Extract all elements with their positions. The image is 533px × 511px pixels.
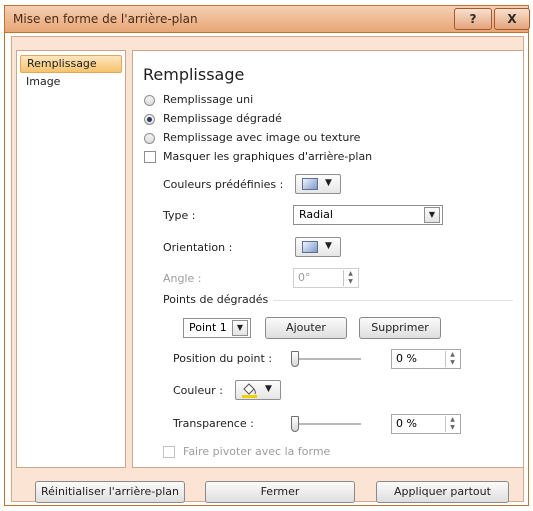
type-label: Type : — [163, 209, 196, 222]
spinner-arrows-icon[interactable]: ▲ ▼ — [445, 416, 459, 432]
spinner-arrows-icon: ▲ ▼ — [343, 270, 357, 286]
sidebar-item-remplissage[interactable]: Remplissage — [20, 55, 122, 73]
apply-all-button[interactable]: Appliquer partout — [376, 481, 509, 503]
position-slider[interactable] — [291, 349, 361, 369]
chevron-down-icon[interactable]: ▼ — [424, 207, 440, 223]
panel-heading: Remplissage — [143, 65, 245, 84]
gradient-direction-icon — [302, 241, 318, 253]
type-select[interactable]: Radial ▼ — [293, 205, 443, 225]
dialog-window: Mise en forme de l'arrière-plan ? X Remp… — [4, 5, 530, 506]
chevron-down-icon: ▼ — [325, 241, 332, 251]
position-label: Position du point : — [173, 352, 273, 365]
title-bar[interactable]: Mise en forme de l'arrière-plan ? X — [5, 6, 530, 33]
angle-spinner: 0° ▲ ▼ — [293, 268, 359, 288]
gradient-stop-value: Point 1 — [189, 321, 227, 334]
gradient-swatch-icon — [302, 178, 318, 190]
sidebar-item-image[interactable]: Image — [20, 73, 122, 91]
fill-gradient-radio[interactable] — [144, 114, 155, 125]
chevron-down-icon[interactable]: ▼ — [232, 320, 248, 336]
rotate-with-shape-label: Faire pivoter avec la forme — [183, 445, 331, 458]
close-window-button[interactable]: X — [494, 8, 530, 30]
paint-bucket-icon — [241, 383, 259, 402]
hide-graphics-checkbox[interactable] — [144, 151, 156, 163]
close-button[interactable]: Fermer — [205, 481, 355, 503]
fill-gradient-label: Remplissage dégradé — [163, 112, 282, 125]
transparency-slider[interactable] — [291, 414, 361, 434]
transparency-label: Transparence : — [173, 417, 254, 430]
chevron-down-icon: ▼ — [325, 178, 332, 188]
preset-colors-button[interactable]: ▼ — [295, 174, 341, 194]
settings-panel: Remplissage Remplissage uni Remplissage … — [132, 50, 524, 468]
sidebar: Remplissage Image — [16, 50, 126, 468]
orientation-button[interactable]: ▼ — [295, 237, 341, 257]
fill-solid-label: Remplissage uni — [163, 93, 254, 106]
angle-label: Angle : — [163, 272, 202, 285]
slider-thumb[interactable] — [291, 351, 299, 367]
position-value: 0 % — [396, 352, 417, 365]
fill-solid-radio[interactable] — [144, 95, 155, 106]
rotate-with-shape-checkbox — [163, 446, 175, 458]
color-label: Couleur : — [173, 384, 223, 397]
orientation-label: Orientation : — [163, 241, 233, 254]
position-spinner[interactable]: 0 % ▲ ▼ — [391, 349, 461, 369]
slider-track — [291, 358, 361, 361]
reset-background-button[interactable]: Réinitialiser l'arrière-plan — [35, 481, 185, 503]
transparency-value: 0 % — [396, 417, 417, 430]
slider-track — [291, 423, 361, 426]
type-select-value: Radial — [299, 208, 333, 221]
gradient-stops-label: Points de dégradés — [163, 293, 269, 306]
slider-thumb[interactable] — [291, 416, 299, 432]
fill-picture-radio[interactable] — [144, 133, 155, 144]
spinner-arrows-icon[interactable]: ▲ ▼ — [445, 351, 459, 367]
fill-picture-label: Remplissage avec image ou texture — [163, 131, 361, 144]
hide-graphics-label: Masquer les graphiques d'arrière-plan — [163, 150, 373, 163]
preset-colors-label: Couleurs prédéfinies : — [163, 178, 284, 191]
remove-stop-button[interactable]: Supprimer — [359, 317, 441, 339]
gradient-stop-select[interactable]: Point 1 ▼ — [183, 318, 251, 338]
angle-value: 0° — [298, 271, 311, 284]
section-divider — [273, 300, 513, 301]
dialog-body: Remplissage Image Remplissage Remplissag… — [11, 36, 524, 503]
add-stop-button[interactable]: Ajouter — [265, 317, 347, 339]
dialog-title: Mise en forme de l'arrière-plan — [13, 12, 198, 26]
color-picker-button[interactable]: ▼ — [235, 380, 281, 400]
transparency-spinner[interactable]: 0 % ▲ ▼ — [391, 414, 461, 434]
help-button[interactable]: ? — [454, 8, 492, 30]
chevron-down-icon: ▼ — [265, 384, 272, 394]
